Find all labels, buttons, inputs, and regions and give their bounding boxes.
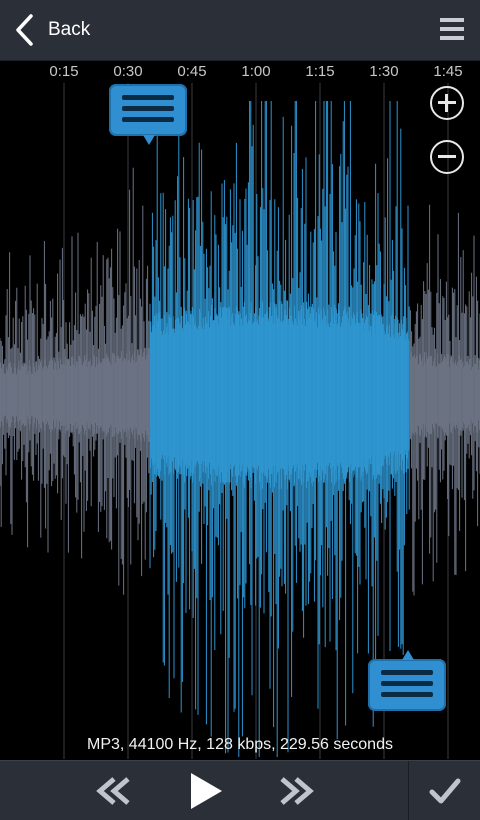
time-tick-label: 0:15 bbox=[49, 63, 79, 80]
zoom-out-button[interactable] bbox=[430, 140, 464, 174]
time-tick-label: 0:30 bbox=[113, 63, 143, 80]
zoom-in-button[interactable] bbox=[430, 86, 464, 120]
back-button[interactable]: Back bbox=[14, 10, 90, 50]
selection-start-handle[interactable] bbox=[109, 84, 187, 145]
top-bar: Back bbox=[0, 0, 480, 61]
bottom-toolbar bbox=[0, 760, 480, 820]
chevron-left-icon bbox=[16, 14, 33, 46]
toolbar-divider bbox=[408, 761, 409, 820]
time-tick-label: 1:15 bbox=[305, 63, 335, 80]
confirm-button[interactable] bbox=[420, 761, 470, 820]
fast-forward-icon bbox=[280, 777, 314, 805]
handle-grip-icon bbox=[381, 670, 433, 703]
time-tick-label: 1:45 bbox=[433, 63, 463, 80]
time-tick-label: 1:30 bbox=[369, 63, 399, 80]
selection-end-handle[interactable] bbox=[368, 650, 446, 711]
zoom-in-icon bbox=[445, 94, 448, 112]
checkmark-icon bbox=[429, 778, 461, 804]
handle-grip-icon bbox=[122, 95, 174, 128]
back-label: Back bbox=[48, 19, 91, 40]
rewind-button[interactable] bbox=[90, 761, 140, 820]
time-tick-label: 0:45 bbox=[177, 63, 207, 80]
play-button[interactable] bbox=[180, 761, 230, 820]
hamburger-menu-icon bbox=[440, 18, 464, 40]
waveform-area[interactable]: 0:15 0:30 0:45 1:00 1:15 1:30 1:45 bbox=[0, 61, 480, 759]
file-info-text: MP3, 44100 Hz, 128 kbps, 229.56 seconds bbox=[87, 736, 393, 753]
audio-editor-screen: Back 0:15 0:30 0:45 1:00 1:15 1:30 1:45 bbox=[0, 0, 480, 820]
menu-button[interactable] bbox=[440, 16, 464, 42]
rewind-icon bbox=[96, 777, 130, 805]
fast-forward-button[interactable] bbox=[270, 761, 320, 820]
time-tick-label: 1:00 bbox=[241, 63, 271, 80]
play-icon bbox=[191, 773, 222, 809]
zoom-out-icon bbox=[438, 155, 456, 158]
